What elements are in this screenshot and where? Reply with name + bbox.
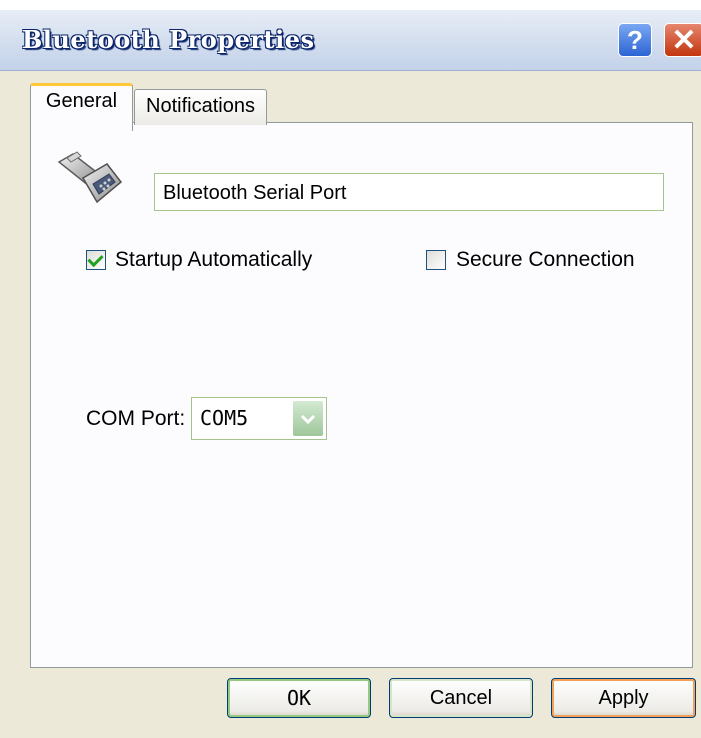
ok-button[interactable]: OK	[227, 678, 371, 718]
device-name-field[interactable]: Bluetooth Serial Port	[154, 173, 664, 211]
close-button[interactable]: ✕	[664, 23, 701, 57]
tab-notifications[interactable]: Notifications	[134, 89, 267, 125]
tab-general[interactable]: General	[30, 83, 133, 131]
dialog-window: Bluetooth Properties ? ✕ General Notific…	[0, 10, 701, 738]
secure-connection-checkbox[interactable]	[426, 250, 446, 270]
window-title: Bluetooth Properties	[22, 25, 315, 54]
apply-button[interactable]: Apply	[551, 678, 696, 718]
check-icon	[87, 250, 104, 268]
com-port-select[interactable]: COM5	[191, 397, 327, 440]
serial-port-icon	[57, 151, 123, 204]
startup-automatically-label[interactable]: Startup Automatically	[115, 248, 312, 272]
help-button[interactable]: ?	[618, 23, 652, 57]
secure-connection-label[interactable]: Secure Connection	[456, 248, 635, 272]
chevron-down-icon	[300, 414, 316, 424]
cancel-button[interactable]: Cancel	[389, 678, 533, 718]
title-bar[interactable]: Bluetooth Properties ? ✕	[0, 10, 701, 71]
startup-automatically-checkbox[interactable]	[86, 250, 106, 270]
com-port-value: COM5	[200, 406, 249, 430]
com-port-label: COM Port:	[86, 407, 186, 430]
dropdown-button[interactable]	[292, 400, 324, 437]
